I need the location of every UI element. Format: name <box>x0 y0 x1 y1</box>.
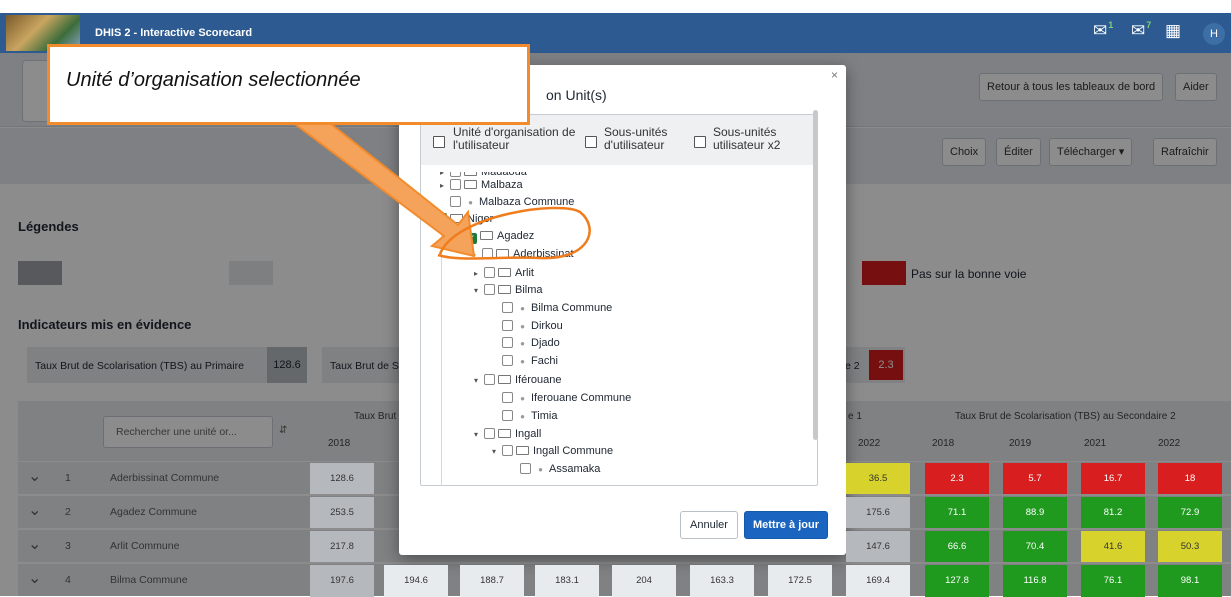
score-cell: 163.3 <box>690 565 754 597</box>
score-cell: 253.5 <box>310 497 374 528</box>
score-cell: 70.4 <box>1003 531 1067 562</box>
score-cell: 18 <box>1158 463 1222 494</box>
org-unit-name: Arlit Commune <box>110 540 180 552</box>
score-cell: 175.6 <box>846 497 910 528</box>
score-cell: 217.8 <box>310 531 374 562</box>
score-cell: 169.4 <box>846 565 910 597</box>
score-cell: 5.7 <box>1003 463 1067 494</box>
annotation-arrow <box>292 123 476 258</box>
score-cell: 76.1 <box>1081 565 1145 597</box>
score-cell: 41.6 <box>1081 531 1145 562</box>
row-number: 4 <box>65 574 71 586</box>
expand-chevron-icon[interactable]: ⌄ <box>28 568 41 588</box>
score-cell: 16.7 <box>1081 463 1145 494</box>
expand-chevron-icon[interactable]: ⌄ <box>28 534 41 554</box>
score-cell: 197.6 <box>310 565 374 597</box>
score-cell: 50.3 <box>1158 531 1222 562</box>
score-cell: 147.6 <box>846 531 910 562</box>
score-cell: 66.6 <box>925 531 989 562</box>
annotation-text: Unité d’organisation selectionnée <box>66 69 361 91</box>
score-cell: 88.9 <box>1003 497 1067 528</box>
score-cell: 183.1 <box>535 565 599 597</box>
score-cell: 204 <box>612 565 676 597</box>
score-cell: 2.3 <box>925 463 989 494</box>
score-cell: 98.1 <box>1158 565 1222 597</box>
org-unit-name: Aderbissinat Commune <box>110 472 220 484</box>
score-cell: 127.8 <box>925 565 989 597</box>
expand-chevron-icon[interactable]: ⌄ <box>28 500 41 520</box>
score-cell: 172.5 <box>768 565 832 597</box>
org-unit-name: Agadez Commune <box>110 506 197 518</box>
row-number: 2 <box>65 506 71 518</box>
score-cell: 188.7 <box>460 565 524 597</box>
score-cell: 128.6 <box>310 463 374 494</box>
score-cell: 116.8 <box>1003 565 1067 597</box>
score-cell: 194.6 <box>384 565 448 597</box>
score-cell: 72.9 <box>1158 497 1222 528</box>
score-cell: 71.1 <box>925 497 989 528</box>
org-unit-name: Bilma Commune <box>110 574 188 586</box>
score-cell: 36.5 <box>846 463 910 494</box>
expand-chevron-icon[interactable]: ⌄ <box>28 466 41 486</box>
row-number: 1 <box>65 472 71 484</box>
score-cell: 81.2 <box>1081 497 1145 528</box>
row-number: 3 <box>65 540 71 552</box>
